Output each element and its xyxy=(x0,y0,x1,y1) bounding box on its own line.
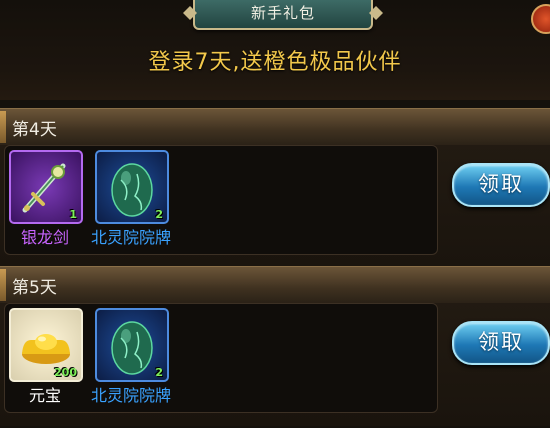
item-name: 元宝 xyxy=(28,386,61,405)
item-slot[interactable]: 1 xyxy=(9,150,83,224)
item-name: 北灵院院牌 xyxy=(90,386,171,405)
day-label: 第5天 xyxy=(12,278,57,298)
title-tab: 新手礼包 xyxy=(183,0,383,30)
item-slot[interactable]: 200 xyxy=(9,308,83,382)
reward-item[interactable]: 200 元宝 xyxy=(7,308,87,416)
item-count: 2 xyxy=(155,366,163,379)
item-count: 2 xyxy=(155,208,163,221)
rewards-panel: 200 元宝 2 北灵院院牌 xyxy=(4,303,438,413)
item-count: 200 xyxy=(54,366,77,379)
reward-item[interactable]: 1 银龙剑 xyxy=(7,150,87,258)
reward-item[interactable]: 2 北灵院院牌 xyxy=(91,150,173,258)
reward-item[interactable]: 2 北灵院院牌 xyxy=(91,308,173,416)
ornament-icon xyxy=(369,6,383,20)
item-count: 1 xyxy=(69,208,77,221)
rewards-panel: 1 银龙剑 2 北灵院院牌 xyxy=(4,145,438,255)
day-4-section: 第4天 1 银龙剑 2 北灵院院牌 领取 xyxy=(0,108,550,268)
day-header: 第5天 xyxy=(0,266,550,303)
claim-button[interactable]: 领取 xyxy=(452,321,550,365)
day-5-section: 第5天 200 元宝 2 北灵院院牌 领取 xyxy=(0,266,550,426)
item-name: 北灵院院牌 xyxy=(90,228,171,247)
promo-text: 登录7天,送橙色极品伙伴 xyxy=(148,50,402,75)
claim-button[interactable]: 领取 xyxy=(452,163,550,207)
day-label: 第4天 xyxy=(12,120,57,140)
item-slot[interactable]: 2 xyxy=(95,308,169,382)
item-name: 银龙剑 xyxy=(20,228,69,247)
day-header: 第4天 xyxy=(0,108,550,145)
ornament-icon xyxy=(183,6,197,20)
item-slot[interactable]: 2 xyxy=(95,150,169,224)
page-title: 新手礼包 xyxy=(250,4,315,22)
